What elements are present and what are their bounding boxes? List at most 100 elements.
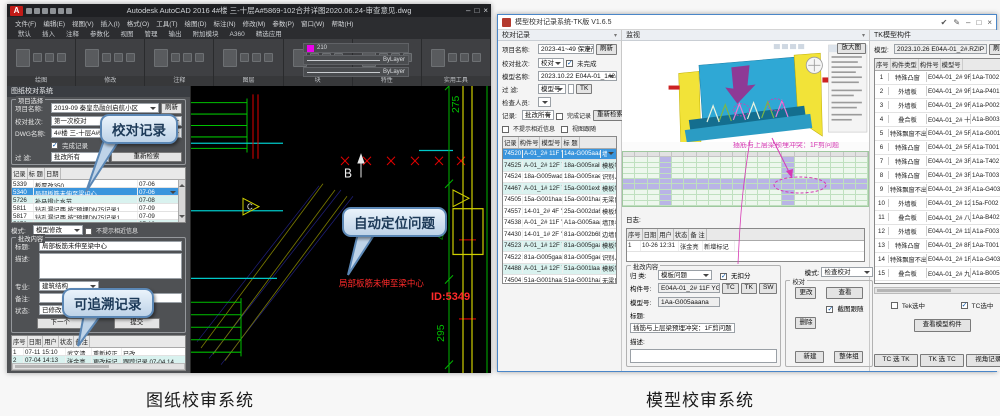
view-follow-checkbox[interactable] [561, 126, 568, 133]
record-row[interactable]: 74522 81a-G005gaaba 81a-G005gaeba 识别、剩余板… [503, 252, 616, 264]
ribbon-group-label[interactable]: 修改 [76, 76, 144, 86]
component-row[interactable]: 11 叠合板 E04A-01_2# 八层… 1Aa-B402 [875, 211, 1000, 225]
component-row[interactable]: 4 叠合板 E04A-01_2# 十层… A1a-B003 [875, 113, 1000, 127]
refresh-button[interactable]: 刷新 [161, 103, 182, 114]
ribbon-tab[interactable]: 参数化 [85, 27, 115, 39]
record-row[interactable]: 74430 14-01_1# 2F YGC 81a-G002b6bda 边墙留洞… [503, 229, 616, 241]
submit-button[interactable]: 提交 [114, 318, 160, 329]
done-records-checkbox[interactable] [556, 113, 563, 120]
mode-select[interactable]: 检查校对 [821, 267, 873, 277]
record-row[interactable]: 5726 补马镫止水节 07-08 [12, 196, 178, 204]
ribbon-tools[interactable] [214, 39, 282, 76]
color-dropdown[interactable]: 210 [303, 43, 409, 53]
project-name-select[interactable]: 2023-41~49 保定产业园区2#-02#厂 [538, 44, 594, 54]
menu-item[interactable]: 绘图(D) [185, 18, 207, 28]
record-row[interactable]: 74523 A-01_1# 12F YGC 81a-G005gaaba 模板等修… [503, 241, 616, 253]
close-icon[interactable]: × [987, 18, 992, 27]
batch-select[interactable]: 校对 [538, 58, 564, 68]
record-row[interactable]: 74488 A-01_1# 12F YGC 51a-G001laaba 模板等修… [503, 264, 616, 276]
tk-to-tc-button[interactable]: TK 选 TC [920, 354, 964, 367]
record-row[interactable]: 74505 15a-G001haaba 15a-G001haaba 无梁留洞口、… [503, 195, 616, 207]
linetype-dropdown[interactable]: ByLayer [303, 55, 409, 65]
record-filter-select[interactable]: 批改所有 [522, 110, 554, 120]
embedded-spreadsheet-grid[interactable] [622, 151, 869, 207]
record-row[interactable]: 5872 补马镫钢筋接头问题 07-12 [12, 220, 178, 222]
component-row[interactable]: 7 特殊凸窗 E04A-01_2# 3F Y… A1a-T402 [875, 155, 1000, 169]
unfinished-checkbox[interactable] [566, 60, 573, 67]
category-select[interactable]: 模板问题 [658, 270, 712, 280]
menu-item[interactable]: 参数(P) [272, 18, 294, 28]
refresh-button[interactable]: 刷 [989, 44, 1000, 55]
delete-button[interactable]: 删除 [795, 317, 816, 329]
log-scrollbar[interactable] [12, 363, 185, 370]
record-row[interactable]: 74538 A-01_2# 11F YGC A1a-G005aaana 墙顶与上… [503, 218, 616, 230]
maximize-icon[interactable]: □ [976, 18, 981, 27]
menu-item[interactable]: 格式(O) [127, 18, 149, 28]
component-row[interactable]: 9 特殊飘窗不出筋 E04A-01_2# 3F Y… A1a-G403 [875, 183, 1000, 197]
column-header[interactable]: 日期 [28, 336, 44, 347]
ribbon-tab[interactable]: 精选应用 [251, 27, 287, 39]
component-row[interactable]: 8 特殊凸窗 E04A-01_2# 3F Y… 1Aa-T003 [875, 169, 1000, 183]
ribbon-tools[interactable] [145, 39, 213, 76]
components-hscrollbar[interactable] [874, 287, 1000, 294]
screenshot-follow-checkbox[interactable] [826, 306, 833, 313]
model-id-field[interactable]: 1Aa-G005aaana [658, 297, 720, 307]
ribbon-group-label[interactable]: 注释 [145, 76, 213, 86]
column-header[interactable]: 构件号 [519, 137, 541, 148]
quick-access-toolbar[interactable] [26, 8, 72, 14]
ribbon-group-label[interactable]: 块 [284, 76, 352, 86]
ribbon-tab[interactable]: 默认 [13, 27, 36, 39]
column-header[interactable]: 标 题 [562, 137, 579, 148]
model-field[interactable]: 2023.10.26 E04A-01_2#.RZIP [894, 44, 987, 54]
view-model-component-button[interactable]: 查看模型构件 [914, 319, 971, 332]
maximize-icon[interactable]: □ [474, 6, 479, 15]
no-score-checkbox[interactable] [720, 273, 727, 280]
column-header[interactable]: 用户 [43, 336, 59, 347]
record-row[interactable]: 5817 钻孔漏记两,按"预埋DN75记录1 07-09 [12, 212, 178, 220]
log-row[interactable]: 1 07-11 15:10 武文清 重新校正 已改 [12, 348, 185, 356]
column-header[interactable]: 标 题 [28, 168, 45, 179]
filter-type-select[interactable]: 模型号 [538, 84, 566, 94]
tc-select-checkbox[interactable] [961, 302, 968, 309]
ribbon-tools[interactable] [76, 39, 144, 76]
checker-select[interactable] [538, 97, 551, 107]
column-header[interactable]: 记录 [12, 168, 28, 179]
record-row[interactable]: 74520 A-01_2# 11F YGC 14a-G005aaava 墙顶与上… [503, 149, 616, 161]
menu-item[interactable]: 插入(I) [101, 18, 120, 28]
column-header[interactable]: 序号 [12, 336, 28, 347]
sw-button[interactable]: SW [759, 283, 777, 294]
tc-to-tk-button[interactable]: TC 选 TK [874, 354, 918, 367]
panel-pin-icon[interactable]: ▾ [862, 32, 865, 39]
tk-button[interactable]: TK [741, 283, 757, 294]
component-row[interactable]: 2 外墙板 E04A-01_2# 9F Y… 1Aa-P401 [875, 85, 1000, 99]
menu-item[interactable]: 工具(T) [156, 18, 177, 28]
component-row[interactable]: 5 特殊飘窗不出筋 E04A-01_2# 5F Y… A1a-G001 [875, 127, 1000, 141]
component-row[interactable]: 13 特殊凸窗 E04A-01_2# 8F Y… 1Aa-T001 [875, 239, 1000, 253]
ribbon-tab[interactable]: A360 [225, 30, 250, 39]
component-row[interactable]: 12 外墙板 E04A-01_2# 11F… A1a-F003 [875, 225, 1000, 239]
ribbon-tab[interactable]: 输出 [164, 27, 187, 39]
menu-item[interactable]: 帮助(H) [331, 18, 353, 28]
record-row[interactable]: 74524 18a-G005wadia 18a-G005xaeba 识别、剩余板… [503, 172, 616, 184]
menu-item[interactable]: 窗口(W) [301, 18, 324, 28]
record-row[interactable]: 74467 A-01_1# 12F YGC 15a-G001exba 模板等修正 [503, 183, 616, 195]
component-row[interactable]: 10 外墙板 E04A-01_2# 12F… 15a-F002 [875, 197, 1000, 211]
component-row[interactable]: 3 外墙板 E04A-01_2# 9F Y… A1a-P002 [875, 99, 1000, 113]
ribbon-tab[interactable]: 视图 [116, 27, 139, 39]
ribbon-group-label[interactable]: 实用工具 [422, 76, 490, 86]
ribbon-tab[interactable]: 插入 [37, 27, 60, 39]
menu-item[interactable]: 修改(M) [243, 18, 266, 28]
log-row[interactable]: 1 10-26 12:31 张金亮 新增标记 [627, 241, 864, 252]
component-row[interactable]: 15 叠合板 E04A-01_2# 九层… A1a-B005 [875, 267, 1000, 281]
ribbon-tab[interactable]: 附加模块 [188, 27, 224, 39]
menu-item[interactable]: 视图(V) [72, 18, 94, 28]
column-header[interactable]: 记录 [503, 137, 519, 148]
column-header[interactable]: 日期 [643, 229, 659, 240]
menu-item[interactable]: 文件(F) [15, 18, 36, 28]
description-textarea[interactable] [39, 253, 182, 279]
title-input[interactable]: 插筋与上层梁预埋冲突：1F剪问题 [630, 323, 735, 333]
search-button[interactable]: 重新检索 [111, 152, 182, 163]
group-button[interactable]: 整体组 [834, 351, 863, 363]
record-row[interactable]: 74525 A-01_2# 12F YGC 18a-G005xaiba 模板等修… [503, 160, 616, 172]
description-textarea[interactable] [630, 349, 777, 364]
